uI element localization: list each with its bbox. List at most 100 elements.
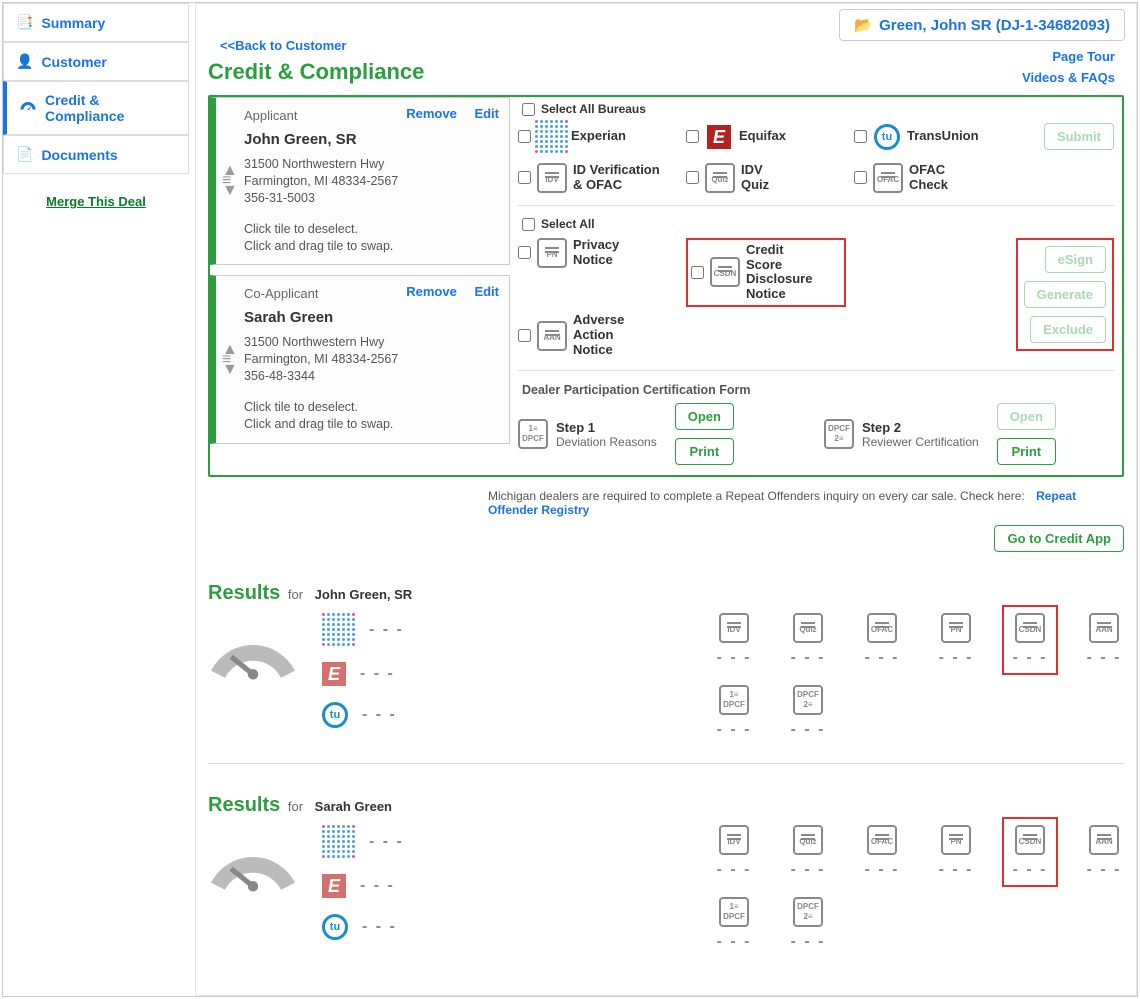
applicant-ssn: 356-31-5003 (244, 190, 499, 207)
merge-deal-link[interactable]: Merge This Deal (3, 194, 189, 209)
experian-score: - - - (369, 833, 404, 851)
equifax-icon: E (322, 662, 346, 686)
results1-name: John Green, SR (315, 587, 413, 602)
result-dpcf1[interactable]: 1≡DPCF- - - (714, 685, 754, 739)
gauge-icon (208, 613, 298, 683)
csdn-checkbox[interactable] (691, 266, 704, 279)
coapplicant-edit-link[interactable]: Edit (474, 284, 499, 299)
repeat-offender-note: Michigan dealers are required to complet… (488, 489, 1025, 503)
for-label: for (288, 799, 303, 814)
dpcf-step1-sub: Deviation Reasons (556, 435, 657, 449)
sidebar-label: Customer (41, 54, 106, 70)
drag-handle-icon[interactable]: ▲≡▼ (222, 345, 238, 375)
result-idv[interactable]: IDV- - - (714, 825, 754, 879)
result-csdn[interactable]: CSDN- - - (1010, 613, 1050, 667)
result-csdn[interactable]: CSDN- - - (1010, 825, 1050, 879)
idv-checkbox[interactable] (518, 171, 531, 184)
applicant-hint1: Click tile to deselect. (244, 221, 499, 238)
submit-button[interactable]: Submit (1044, 123, 1114, 150)
result-dpcf2[interactable]: DPCF2≡- - - (788, 685, 828, 739)
customer-pill[interactable]: 📂 Green, John SR (DJ-1-34682093) (839, 9, 1125, 41)
result-ofac[interactable]: OFAC- - - (862, 825, 902, 879)
exclude-button[interactable]: Exclude (1030, 316, 1106, 343)
summary-icon: 📑 (16, 14, 33, 31)
document-icon: 📄 (16, 146, 33, 163)
privacy-label: Privacy Notice (573, 238, 633, 268)
result-quiz[interactable]: Quiz- - - (788, 613, 828, 667)
applicant-remove-link[interactable]: Remove (406, 106, 457, 121)
result-dpcf2[interactable]: DPCF2≡- - - (788, 897, 828, 951)
result-dpcf1[interactable]: 1≡DPCF- - - (714, 897, 754, 951)
equifax-icon: E (322, 874, 346, 898)
csdn-highlight: CSDN Credit Score Disclosure Notice (686, 238, 846, 308)
coapplicant-remove-link[interactable]: Remove (406, 284, 457, 299)
result-quiz[interactable]: Quiz- - - (788, 825, 828, 879)
coapplicant-addr1: 31500 Northwestern Hwy (244, 334, 499, 351)
videos-link[interactable]: Videos & FAQs (1022, 70, 1115, 85)
quiz-icon: Quiz (705, 163, 735, 193)
drag-handle-icon[interactable]: ▲≡▼ (222, 166, 238, 196)
idvquiz-checkbox[interactable] (686, 171, 699, 184)
page-title: Credit & Compliance (208, 59, 1124, 85)
result-pn[interactable]: PN- - - (936, 613, 976, 667)
sidebar-item-documents[interactable]: 📄 Documents (3, 135, 189, 174)
dpcf2-open-button[interactable]: Open (997, 403, 1056, 430)
result-ofac[interactable]: OFAC- - - (862, 613, 902, 667)
transunion-checkbox[interactable] (854, 130, 867, 143)
transunion-score: - - - (362, 706, 397, 724)
sidebar-label: Credit & Compliance (45, 92, 176, 124)
esign-button[interactable]: eSign (1045, 246, 1106, 273)
folder-icon: 📂 (854, 16, 873, 34)
sidebar-item-credit[interactable]: Credit & Compliance (3, 81, 189, 135)
select-all-notices-label: Select All (541, 218, 595, 232)
page-tour-link[interactable]: Page Tour (1052, 49, 1115, 64)
sidebar-label: Documents (41, 147, 117, 163)
select-all-bureaus-checkbox[interactable] (522, 103, 535, 116)
go-to-credit-app-button[interactable]: Go to Credit App (994, 525, 1124, 552)
idv-icon: IDV (537, 163, 567, 193)
gauge-icon (19, 99, 37, 117)
select-all-notices-checkbox[interactable] (522, 218, 535, 231)
coapplicant-tile[interactable]: ▲≡▼ Remove Edit Co-Applicant Sarah Green… (210, 275, 510, 443)
generate-button[interactable]: Generate (1024, 281, 1106, 308)
result-idv[interactable]: IDV- - - (714, 613, 754, 667)
privacy-checkbox[interactable] (518, 246, 531, 259)
sidebar-item-customer[interactable]: 👤 Customer (3, 42, 189, 81)
experian-icon (322, 825, 355, 858)
results-header-2: Results for Sarah Green (208, 794, 1124, 817)
experian-checkbox[interactable] (518, 130, 531, 143)
dpcf-step2-sub: Reviewer Certification (862, 435, 979, 449)
transunion-icon: tu (873, 123, 901, 151)
dpcf-step2-title: Step 2 (862, 420, 979, 435)
dpcf-step1-title: Step 1 (556, 420, 657, 435)
dpcf1-print-button[interactable]: Print (675, 438, 734, 465)
result-pn[interactable]: PN- - - (936, 825, 976, 879)
results-header-1: Results for John Green, SR (208, 582, 1124, 605)
dpcf2-print-button[interactable]: Print (997, 438, 1056, 465)
dpcf1-open-button[interactable]: Open (675, 403, 734, 430)
coapplicant-hint2: Click and drag tile to swap. (244, 416, 499, 433)
csdn-icon: CSDN (710, 257, 740, 287)
result-aan[interactable]: AAN- - - (1084, 825, 1124, 879)
sidebar-item-summary[interactable]: 📑 Summary (3, 3, 189, 42)
applicant-name: John Green, SR (244, 131, 499, 148)
equifax-score: - - - (360, 877, 395, 895)
back-link[interactable]: <<Back to Customer (220, 38, 346, 53)
applicant-edit-link[interactable]: Edit (474, 106, 499, 121)
ofac-checkbox[interactable] (854, 171, 867, 184)
experian-icon (322, 613, 355, 646)
coapplicant-ssn: 356-48-3344 (244, 368, 499, 385)
coapplicant-addr2: Farmington, MI 48334-2567 (244, 351, 499, 368)
transunion-label: TransUnion (907, 129, 979, 144)
idvquiz-label: IDV Quiz (741, 163, 781, 193)
applicant-tile[interactable]: ▲≡▼ Remove Edit Applicant John Green, SR… (210, 97, 510, 265)
result-aan[interactable]: AAN- - - (1084, 613, 1124, 667)
dpcf1-icon: 1≡DPCF (518, 419, 548, 449)
results-label: Results (208, 794, 280, 816)
equifax-checkbox[interactable] (686, 130, 699, 143)
aan-checkbox[interactable] (518, 329, 531, 342)
sidebar: 📑 Summary 👤 Customer Credit & Compliance… (3, 3, 189, 209)
compliance-box: ▲≡▼ Remove Edit Applicant John Green, SR… (208, 95, 1124, 477)
person-icon: 👤 (16, 53, 33, 70)
sidebar-label: Summary (41, 15, 105, 31)
